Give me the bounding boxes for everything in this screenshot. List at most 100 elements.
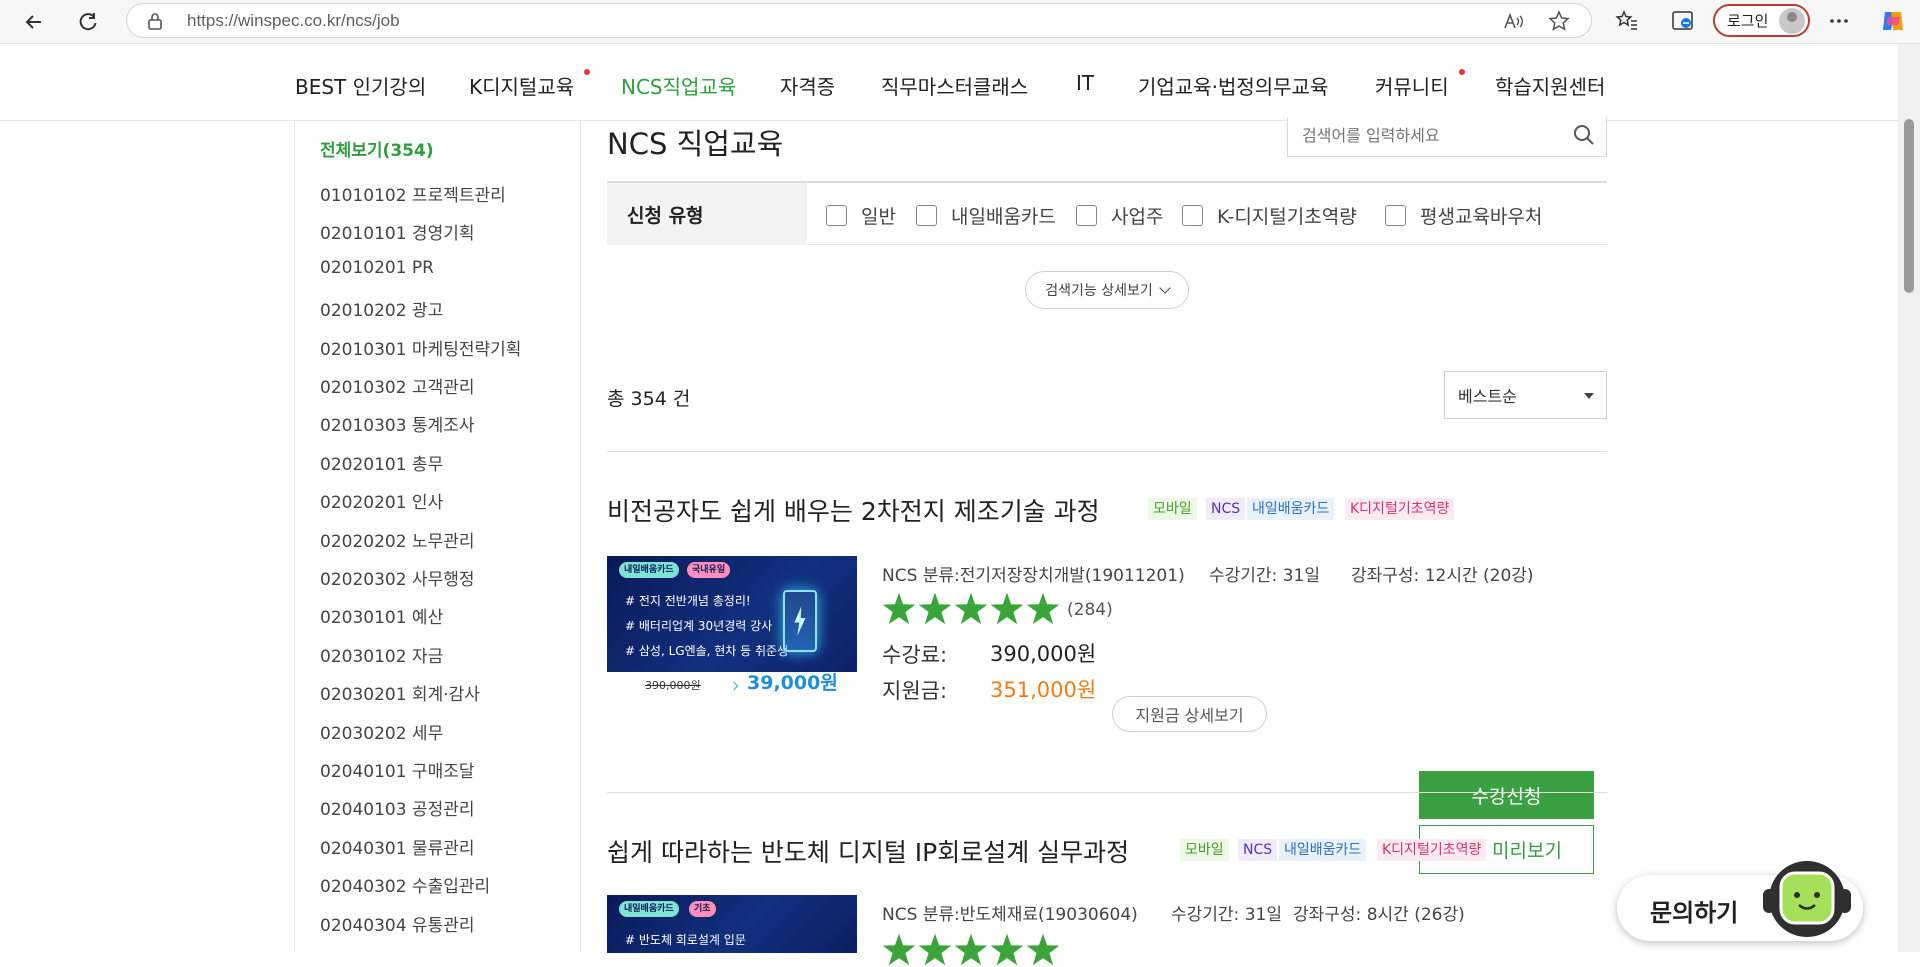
sidebar-category-item[interactable]: 02040302 수출입관리	[320, 872, 490, 897]
sort-select[interactable]: 베스트순	[1444, 371, 1607, 419]
nav-certificate[interactable]: 자격증	[780, 71, 835, 100]
read-aloud-icon[interactable]	[1501, 10, 1525, 34]
avatar	[1779, 8, 1805, 34]
sidebar-category-item[interactable]: 02020101 총무	[320, 450, 443, 475]
support-value: 351,000원	[990, 678, 1097, 702]
back-icon[interactable]	[18, 6, 50, 38]
sidebar-category-item[interactable]: 02010302 고객관리	[320, 373, 475, 398]
browser-login-button[interactable]: 로그인	[1713, 4, 1810, 37]
filter-employer-checkbox[interactable]: 사업주	[1076, 202, 1163, 229]
thumb-line: # 전지 전반개념 총정리!	[625, 594, 751, 608]
star-icon	[990, 592, 1024, 625]
filter-general-checkbox[interactable]: 일반	[826, 202, 896, 229]
sidebar-category-item[interactable]: 02040301 물류관리	[320, 834, 475, 859]
nav-corporate[interactable]: 기업교육·법정의무교육	[1138, 71, 1328, 100]
address-bar[interactable]: https://winspec.co.kr/ncs/job	[126, 3, 1592, 38]
apply-button[interactable]: 수강신청	[1419, 771, 1594, 819]
more-menu-icon[interactable]	[1824, 6, 1854, 36]
fee-value: 390,000원	[990, 642, 1097, 666]
star-icon	[918, 592, 952, 625]
page-title: NCS 직업교육	[607, 127, 784, 161]
nav-best[interactable]: BEST 인기강의	[295, 71, 426, 100]
course-title[interactable]: 쉽게 따라하는 반도체 디지털 IP회로설계 실무과정	[607, 833, 1129, 869]
arrow-right-icon	[729, 681, 739, 691]
inquiry-floating-button[interactable]: 문의하기	[1617, 861, 1863, 941]
category-sidebar: 전체보기(354) 01010102 프로젝트관리 02010101 경영기획 02…	[294, 121, 581, 952]
thumb-line: # 삼성, LG엔솔, 현차 등 취준생	[625, 644, 789, 658]
tag-card: 내일배움카드	[1279, 839, 1367, 861]
sidebar-category-item[interactable]: 02010101 경영기획	[320, 219, 475, 244]
sidebar-category-item[interactable]: 02040103 공정관리	[320, 795, 475, 820]
filter-card-checkbox[interactable]: 내일배움카드	[916, 202, 1056, 229]
checkbox-box[interactable]	[1182, 205, 1203, 226]
sidebar-category-item[interactable]: 02010202 광고	[320, 296, 443, 321]
thumb-pill: 기초	[689, 901, 716, 917]
sidebar-category-item[interactable]: 01010102 프로젝트관리	[320, 181, 506, 206]
rating-stars	[882, 592, 1062, 626]
fee-label: 수강료:	[882, 643, 948, 667]
course-structure: 강좌구성: 8시간 (26강)	[1293, 905, 1465, 925]
checkbox-box[interactable]	[916, 205, 937, 226]
sidebar-category-item[interactable]: 02030101 예산	[320, 603, 443, 628]
favorites-icon[interactable]	[1612, 6, 1642, 36]
search-input[interactable]	[1302, 123, 1562, 147]
star-icon	[1026, 933, 1060, 966]
total-count: 총 354 건	[607, 388, 691, 410]
chatbot-icon	[1763, 861, 1851, 937]
support-detail-button[interactable]: 지원금 상세보기	[1112, 696, 1267, 732]
search-icon[interactable]	[1572, 123, 1596, 147]
nav-ncs[interactable]: NCS직업교육	[621, 71, 736, 100]
ie-mode-icon[interactable]	[1668, 6, 1698, 36]
sidebar-category-item[interactable]: 02040304 유통관리	[320, 911, 475, 936]
star-icon	[882, 592, 916, 625]
sidebar-category-item[interactable]: 02030202 세무	[320, 719, 443, 744]
sidebar-category-item[interactable]: 02030201 회계·감사	[320, 680, 480, 705]
checkbox-box[interactable]	[1076, 205, 1097, 226]
course-thumbnail[interactable]: 내일배움카드 기초 # 반도체 회로설계 입문	[607, 895, 857, 953]
checkbox-box[interactable]	[826, 205, 847, 226]
filter-label: 신청 유형	[607, 183, 807, 245]
nav-community[interactable]: 커뮤니티	[1375, 71, 1449, 100]
nav-k-digital-new-dot	[584, 69, 590, 75]
favorite-star-icon[interactable]	[1547, 10, 1571, 34]
course-period: 수강기간: 31일	[1171, 905, 1282, 925]
checkbox-label: 일반	[861, 206, 896, 228]
thumb-new-price: 39,000원	[747, 672, 838, 694]
thumb-pill: 내일배움카드	[619, 901, 679, 917]
nav-k-digital[interactable]: K디지털교육	[469, 71, 574, 100]
sidebar-category-item[interactable]: 02030102 자금	[320, 642, 443, 667]
sidebar-all-link[interactable]: 전체보기(354)	[320, 136, 434, 161]
thumb-line: # 반도체 회로설계 입문	[625, 933, 746, 947]
star-icon	[990, 933, 1024, 966]
checkbox-label: K-디지털기초역량	[1217, 206, 1357, 228]
checkbox-label: 평생교육바우처	[1420, 206, 1543, 228]
filter-k-digital-checkbox[interactable]: K-디지털기초역량	[1182, 202, 1357, 229]
sidebar-category-item[interactable]: 02010303 통계조사	[320, 411, 475, 436]
nav-job-master[interactable]: 직무마스터클래스	[881, 71, 1028, 100]
page-scrollbar[interactable]	[1898, 44, 1920, 952]
tag-mobile: 모바일	[1180, 839, 1229, 861]
course-structure: 강좌구성: 12시간 (20강)	[1351, 566, 1534, 586]
star-icon	[954, 933, 988, 966]
filter-voucher-checkbox[interactable]: 평생교육바우처	[1385, 202, 1542, 229]
sidebar-category-item[interactable]: 02040101 구매조달	[320, 757, 475, 782]
sidebar-category-item[interactable]: 02020201 인사	[320, 488, 443, 513]
inquiry-label: 문의하기	[1650, 899, 1739, 927]
refresh-icon[interactable]	[72, 6, 104, 38]
sidebar-category-item[interactable]: 02020202 노무관리	[320, 527, 475, 552]
sidebar-category-item[interactable]: 02010201 PR	[320, 258, 434, 278]
scrollbar-thumb[interactable]	[1904, 119, 1914, 293]
detail-search-toggle[interactable]: 검색기능 상세보기	[1025, 271, 1189, 309]
tag-mobile: 모바일	[1148, 498, 1197, 520]
copilot-icon[interactable]	[1878, 6, 1908, 36]
site-nav: BEST 인기강의 K디지털교육 NCS직업교육 자격증 직무마스터클래스 IT…	[0, 44, 1898, 121]
tag-k-digital: K디지털기초역량	[1345, 498, 1455, 520]
star-icon	[1026, 592, 1060, 625]
checkbox-box[interactable]	[1385, 205, 1406, 226]
course-title[interactable]: 비전공자도 쉽게 배우는 2차전지 제조기술 과정	[607, 492, 1100, 528]
nav-it[interactable]: IT	[1076, 71, 1094, 95]
sidebar-category-item[interactable]: 02010301 마케팅전략기획	[320, 335, 521, 360]
nav-support-center[interactable]: 학습지원센터	[1495, 71, 1605, 100]
course-thumbnail[interactable]: 내일배움카드 국내유일 # 전지 전반개념 총정리! # 배터리업계 30년경력…	[607, 556, 857, 696]
sidebar-category-item[interactable]: 02020302 사무행정	[320, 565, 475, 590]
